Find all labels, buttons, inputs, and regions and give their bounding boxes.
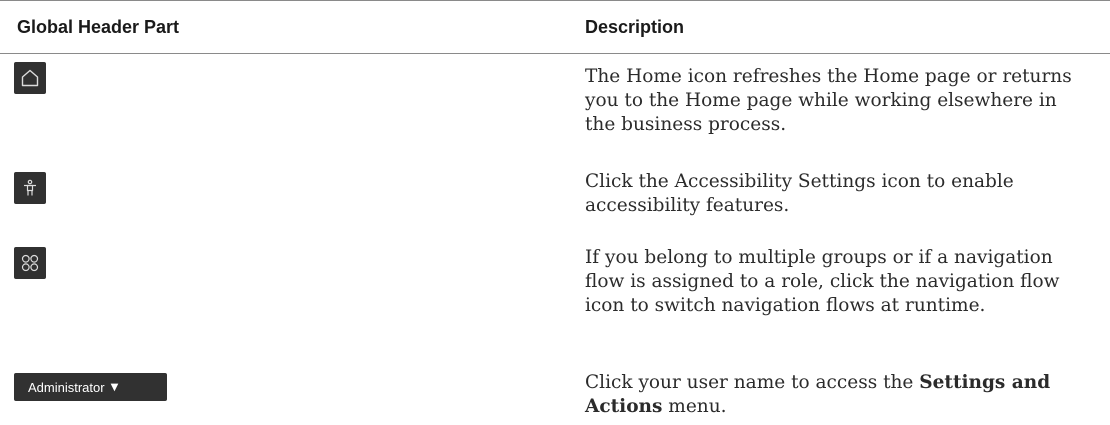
part-cell bbox=[0, 162, 567, 238]
table-row: The Home icon refreshes the Home page or… bbox=[0, 54, 1110, 163]
column-header-part: Global Header Part bbox=[17, 16, 180, 37]
part-cell bbox=[0, 54, 567, 163]
part-cell bbox=[0, 238, 567, 362]
global-header-parts-table: Global Header Part Description The Home … bbox=[0, 0, 1110, 419]
navigation-flow-icon-glyph bbox=[21, 254, 39, 272]
home-icon[interactable] bbox=[14, 62, 46, 94]
description-text-end: menu. bbox=[662, 396, 727, 417]
description-cell: Click the Accessibility Settings icon to… bbox=[585, 171, 1014, 216]
accessibility-icon-glyph bbox=[24, 179, 36, 196]
description-text: Click your user name to access the bbox=[585, 372, 920, 393]
table-row: Administrator ▼ Click your user name to … bbox=[0, 362, 1110, 419]
table-row: Click the Accessibility Settings icon to… bbox=[0, 162, 1110, 238]
description-cell: Click your user name to access the Setti… bbox=[567, 362, 1110, 419]
user-name-label: Administrator bbox=[28, 379, 105, 395]
table-row: If you belong to multiple groups or if a… bbox=[0, 238, 1110, 362]
accessibility-icon[interactable] bbox=[14, 172, 46, 204]
user-menu-button[interactable]: Administrator ▼ bbox=[14, 373, 167, 401]
table-header-row: Global Header Part Description bbox=[0, 0, 1110, 54]
part-cell: Administrator ▼ bbox=[0, 362, 567, 419]
description-cell: The Home icon refreshes the Home page or… bbox=[585, 66, 1072, 135]
column-header-description: Description bbox=[585, 16, 685, 37]
description-cell: If you belong to multiple groups or if a… bbox=[585, 247, 1060, 316]
navigation-flow-icon[interactable] bbox=[14, 247, 46, 279]
home-icon-glyph bbox=[21, 69, 39, 87]
caret-down-icon: ▼ bbox=[110, 381, 119, 393]
